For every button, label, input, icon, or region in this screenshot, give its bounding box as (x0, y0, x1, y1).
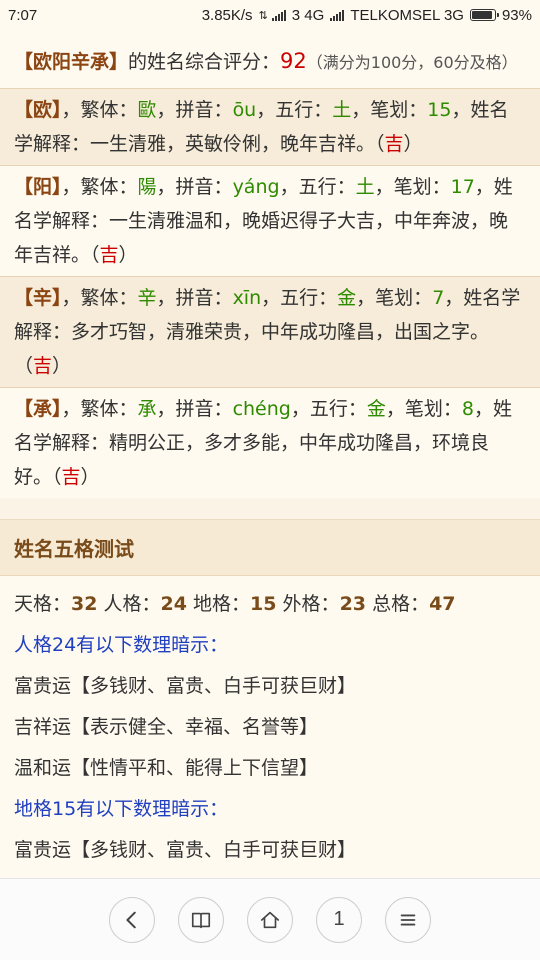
pinyin: yáng (232, 176, 280, 198)
character-row: 【阳】，繁体：陽，拼音：yáng，五行：土，笔划：17，姓名学解释：一生清雅温和… (0, 165, 540, 276)
waige-label: 外格： (282, 593, 340, 615)
waige-value: 23 (339, 593, 367, 615)
network-speed: 3.85K/s (201, 6, 253, 24)
signal-icon (271, 9, 286, 21)
page-content[interactable]: 【欧阳辛承】的姓名综合评分：92（满分为100分，60分及格） 【欧】，繁体：歐… (0, 30, 540, 878)
char-bracket: 【欧】 (14, 99, 62, 121)
section-divider (0, 498, 540, 520)
label-text: ，繁体： (61, 176, 138, 198)
label-text: ，笔划： (374, 176, 451, 198)
carrier-label: TELKOMSEL 3G (350, 6, 464, 24)
sim-network-label: 3 4G (291, 6, 325, 24)
menu-icon (400, 914, 416, 925)
back-button[interactable] (109, 896, 155, 943)
label-text: ，五行： (290, 398, 367, 420)
char-bracket: 【阳】 (14, 176, 62, 198)
label-text: ，笔划： (356, 287, 433, 309)
wuge-values: 天格：32 人格：24 地格：15 外格：23 总格：47 (14, 584, 526, 625)
label-text: ） (52, 355, 72, 377)
tabs-button[interactable]: 1 (316, 896, 362, 943)
label-text: ） (118, 244, 138, 266)
zongge-label: 总格： (372, 593, 430, 615)
renge-hint-heading: 人格24有以下数理暗示： (14, 634, 229, 656)
character-row: 【辛】，繁体：辛，拼音：xīn，五行：金，笔划：7，姓名学解释：多才巧智，清雅荣… (0, 276, 540, 387)
label-text: ，拼音： (156, 176, 233, 198)
hint-item: 富贵运【多钱财、富贵、白手可获巨财】 (14, 675, 357, 697)
battery-percent: 93% (501, 6, 532, 24)
label-text: ，繁体： (61, 398, 138, 420)
stroke-count: 8 (461, 398, 474, 420)
dige-value: 15 (250, 593, 277, 615)
five-element: 金 (366, 398, 386, 420)
dige-hint-heading: 地格15有以下数理暗示： (14, 798, 229, 820)
label-text: ，拼音： (156, 99, 233, 121)
back-icon (126, 911, 136, 928)
character-row: 【承】，繁体：承，拼音：chéng，五行：金，笔划：8，姓名学解释：精明公正，多… (0, 387, 540, 498)
char-bracket: 【承】 (14, 398, 62, 420)
label-text: ，笔划： (351, 99, 428, 121)
zongge-value: 47 (429, 593, 456, 615)
browser-bottom-bar: 1 (0, 878, 540, 960)
luck-label: 吉 (33, 355, 53, 377)
label-text: ，五行： (261, 287, 338, 309)
score-note: （满分为100分，60分及格） (306, 53, 518, 72)
tiange-value: 32 (71, 593, 98, 615)
five-element: 土 (355, 176, 375, 198)
total-score: 92 (280, 49, 307, 73)
book-icon (191, 912, 211, 928)
label-text: ，五行： (256, 99, 333, 121)
label-text: ） (80, 466, 100, 488)
label-text: ，笔划： (385, 398, 462, 420)
stroke-count: 17 (450, 176, 475, 198)
label-text: ，五行： (279, 176, 356, 198)
menu-button[interactable] (385, 896, 431, 943)
hint-item: 富贵运【多钱财、富贵、白手可获巨财】 (14, 839, 357, 861)
pinyin: xīn (232, 287, 262, 309)
label-text: ，繁体： (61, 287, 138, 309)
home-button[interactable] (247, 896, 293, 943)
traditional-char: 陽 (137, 176, 157, 198)
signal-icon (330, 9, 345, 21)
traditional-char: 承 (137, 398, 157, 420)
label-text: ，繁体： (61, 99, 138, 121)
traditional-char: 歐 (137, 99, 157, 121)
pinyin: ōu (232, 99, 257, 121)
status-bar: 7:07 3.85K/s ⇅ 3 4G TELKOMSEL 3G 93% (0, 0, 540, 30)
label-text: ，拼音： (156, 287, 233, 309)
dige-label: 地格： (193, 593, 251, 615)
pinyin: chéng (232, 398, 291, 420)
status-time: 7:07 (8, 6, 38, 24)
home-icon (260, 911, 280, 928)
tab-count: 1 (333, 908, 345, 930)
hint-item: 温和运【性情平和、能得上下信望】 (14, 757, 319, 779)
luck-label: 吉 (61, 466, 81, 488)
label-text: ） (403, 133, 423, 155)
stroke-count: 7 (432, 287, 445, 309)
luck-label: 吉 (99, 244, 119, 266)
character-row: 【欧】，繁体：歐，拼音：ōu，五行：土，笔划：15，姓名学解释：一生清雅，英敏伶… (0, 88, 540, 165)
section-header-wuge: 姓名五格测试 (0, 520, 540, 576)
wuge-section: 天格：32 人格：24 地格：15 外格：23 总格：47 人格24有以下数理暗… (0, 576, 540, 871)
five-element: 金 (337, 287, 357, 309)
hint-item: 吉祥运【表示健全、幸福、名誉等】 (14, 716, 319, 738)
bookmarks-button[interactable] (178, 896, 224, 943)
traditional-char: 辛 (137, 287, 157, 309)
name-score-summary: 【欧阳辛承】的姓名综合评分：92（满分为100分，60分及格） (0, 30, 540, 88)
battery-icon (469, 9, 499, 21)
name-bracket: 【欧阳辛承】 (14, 51, 129, 73)
renge-label: 人格： (103, 593, 161, 615)
renge-value: 24 (160, 593, 187, 615)
summary-text: 的姓名综合评分： (128, 51, 281, 73)
luck-label: 吉 (384, 133, 404, 155)
tiange-label: 天格： (14, 593, 72, 615)
status-indicators: 3.85K/s ⇅ 3 4G TELKOMSEL 3G 93% (202, 7, 532, 24)
data-transfer-icon: ⇅ (258, 9, 268, 22)
stroke-count: 15 (427, 99, 452, 121)
five-element: 土 (332, 99, 352, 121)
label-text: ，拼音： (156, 398, 233, 420)
char-bracket: 【辛】 (14, 287, 62, 309)
